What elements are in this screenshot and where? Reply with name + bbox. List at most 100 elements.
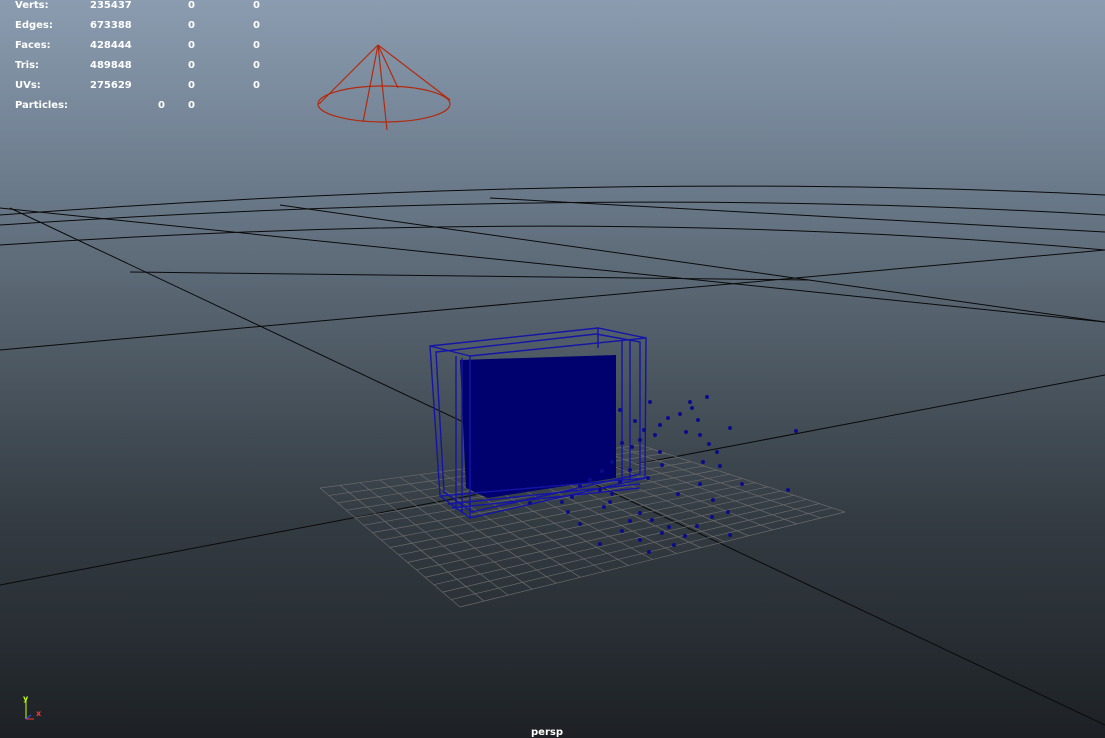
camera-name-label: persp <box>531 727 563 738</box>
hud-particles-value-1: 0 <box>158 100 165 111</box>
particle <box>715 450 719 454</box>
particle <box>678 412 682 416</box>
particle <box>610 492 614 496</box>
particle <box>794 429 798 433</box>
hud-label-verts: Verts: <box>15 0 49 11</box>
particle <box>570 495 574 499</box>
particle <box>638 538 642 542</box>
particle <box>698 433 702 437</box>
hud-faces-value-1: 428444 <box>90 40 132 51</box>
particle <box>726 510 730 514</box>
ground-grid-line <box>619 447 822 519</box>
particle <box>650 518 654 522</box>
hud-label-uvs: UVs: <box>15 80 41 91</box>
particle <box>578 484 582 488</box>
axis-label-y: y <box>23 694 29 703</box>
particle <box>546 485 550 489</box>
ground-grid-line <box>442 503 820 593</box>
particle <box>648 400 652 404</box>
hud-faces-value-3: 0 <box>253 40 260 51</box>
particle <box>676 492 680 496</box>
particle <box>618 480 622 484</box>
particle <box>618 408 622 412</box>
hud-verts-value-1: 235437 <box>90 0 132 11</box>
particle <box>666 416 670 420</box>
particle <box>528 501 532 505</box>
particle <box>653 433 657 437</box>
particle <box>740 482 744 486</box>
ground-grid-line <box>433 499 807 586</box>
particle <box>646 476 650 480</box>
particle <box>600 469 604 473</box>
particle <box>560 500 564 504</box>
hud-label-particles: Particles: <box>15 100 69 111</box>
particle <box>602 505 606 509</box>
poly-count-hud: Verts: 235437 0 0 Edges: 673388 0 0 Faces: 428444… <box>0 0 270 115</box>
mesh-container[interactable] <box>429 327 647 519</box>
particle <box>710 515 714 519</box>
particle <box>683 534 687 538</box>
particle <box>658 423 662 427</box>
axis-label-x: x <box>36 709 42 718</box>
particle <box>672 543 676 547</box>
particle <box>620 441 624 445</box>
ground-grid-line <box>424 494 794 578</box>
particle <box>630 445 634 449</box>
particle <box>728 533 732 537</box>
hud-uvs-value-1: 275629 <box>90 80 132 91</box>
hud-edges-value-2: 0 <box>188 20 195 31</box>
hud-particles-value-2: 0 <box>188 100 195 111</box>
particle <box>696 418 700 422</box>
particle <box>633 419 637 423</box>
hud-edges-value-3: 0 <box>253 20 260 31</box>
hud-tris-value-3: 0 <box>253 60 260 71</box>
mesh-fluid-body <box>460 355 616 498</box>
hud-edges-value-1: 673388 <box>90 20 132 31</box>
axis-gizmo-icon: y x <box>18 692 48 722</box>
hud-tris-value-1: 489848 <box>90 60 132 71</box>
particle <box>598 542 602 546</box>
hud-label-faces: Faces: <box>15 40 51 51</box>
particle <box>660 531 664 535</box>
hud-label-edges: Edges: <box>15 20 53 31</box>
particle <box>660 463 664 467</box>
ground-grid-line <box>416 490 782 571</box>
particle <box>705 395 709 399</box>
particle <box>628 519 632 523</box>
particle <box>610 460 614 464</box>
hud-tris-value-2: 0 <box>188 60 195 71</box>
hud-uvs-value-2: 0 <box>188 80 195 91</box>
particle <box>707 442 711 446</box>
particle <box>566 510 570 514</box>
particle <box>690 406 694 410</box>
particle <box>658 450 662 454</box>
particle <box>695 524 699 528</box>
particle <box>642 428 646 432</box>
particle <box>684 430 688 434</box>
particle <box>728 426 732 430</box>
particle <box>608 500 612 504</box>
particle <box>598 488 602 492</box>
hud-label-tris: Tris: <box>15 60 40 71</box>
particle <box>620 529 624 533</box>
particle <box>638 511 642 515</box>
hud-uvs-value-3: 0 <box>253 80 260 91</box>
ground-grid-line <box>451 507 833 600</box>
particle <box>588 478 592 482</box>
hud-faces-value-2: 0 <box>188 40 195 51</box>
particle <box>698 482 702 486</box>
particle <box>688 400 692 404</box>
ground-grid-line <box>459 511 846 608</box>
particle <box>718 464 722 468</box>
particle <box>786 488 790 492</box>
particle <box>578 522 582 526</box>
particle <box>628 468 632 472</box>
viewport-persp[interactable]: Verts: 235437 0 0 Edges: 673388 0 0 Faces: 428444… <box>0 0 1105 738</box>
particle <box>701 460 705 464</box>
particle <box>647 550 651 554</box>
particle <box>667 525 671 529</box>
hud-verts-value-3: 0 <box>253 0 260 11</box>
particle <box>711 498 715 502</box>
spot-light-icon[interactable] <box>317 44 451 131</box>
particle <box>638 438 642 442</box>
